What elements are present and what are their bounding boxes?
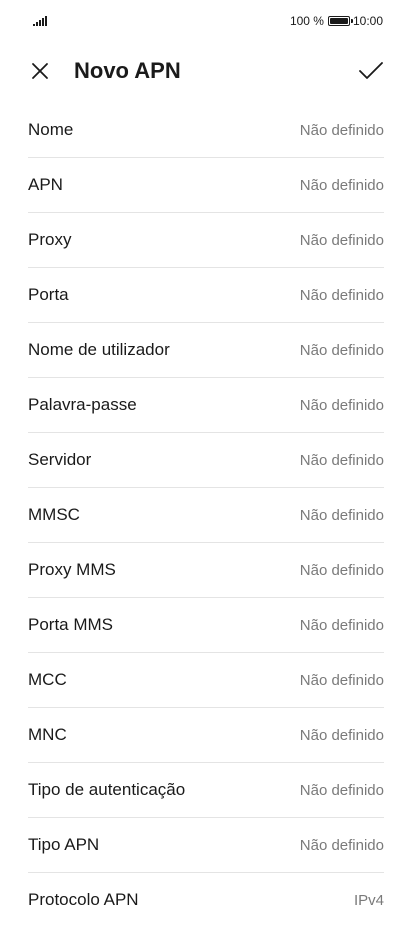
apn-settings-list: Nome Não definido APN Não definido Proxy Não … [28,103,384,927]
list-item[interactable]: Porta Não definido [28,268,384,323]
field-label: APN [28,175,63,194]
signal-icon [33,16,49,26]
battery-level-fill [329,18,348,24]
status-indicators: 100 % 10:00 [290,14,383,28]
list-item[interactable]: MMSC Não definido [28,488,384,543]
battery-percent: 100 % [289,14,324,28]
list-item[interactable]: Tipo de autenticação Não definido [28,763,384,818]
field-label: Porta MMS [28,615,114,634]
list-item[interactable]: Servidor Não definido [28,433,384,488]
list-item[interactable]: Tipo APN Não definido [28,818,384,873]
list-item[interactable]: Nome Não definido [28,103,384,158]
list-item[interactable]: Nome de utilizador Não definido [28,323,384,378]
close-button[interactable] [24,56,56,88]
field-value: Não definido [299,451,384,469]
field-value: Não definido [299,341,384,359]
field-label: Servidor [28,450,92,469]
list-item[interactable]: MCC Não definido [28,653,384,708]
field-value: Não definido [299,506,384,524]
list-item[interactable]: Porta MMS Não definido [28,598,384,653]
page-title: Novo APN [74,58,181,83]
field-value: Não definido [299,726,384,744]
field-value: Não definido [299,176,384,194]
field-value: Não definido [299,396,384,414]
list-item[interactable]: Proxy Não definido [28,213,384,268]
field-value: Não definido [299,121,384,139]
field-value: IPv4 [353,891,384,909]
field-label: Tipo de autenticação [28,780,186,799]
app-header: Novo APN [0,48,411,94]
list-item[interactable]: MNC Não definido [28,708,384,763]
field-value: Não definido [299,286,384,304]
field-label: Proxy [28,230,72,249]
status-bar: 100 % 10:00 [0,0,411,48]
list-item[interactable]: Palavra-passe Não definido [28,378,384,433]
confirm-button[interactable] [353,56,387,88]
close-icon [32,63,48,79]
field-value: Não definido [299,836,384,854]
clock: 10:00 [352,14,383,28]
field-value: Não definido [299,561,384,579]
field-label: Nome de utilizador [28,340,170,359]
field-label: MNC [28,725,67,744]
list-item[interactable]: Proxy MMS Não definido [28,543,384,598]
field-label: Palavra-passe [28,395,137,414]
field-label: Tipo APN [28,835,100,854]
list-item[interactable]: Protocolo APN IPv4 [28,873,384,927]
field-label: Nome [28,120,74,139]
field-label: Porta [28,285,69,304]
field-label: MCC [28,670,67,689]
field-value: Não definido [299,781,384,799]
field-value: Não definido [299,231,384,249]
battery-icon [327,16,353,26]
field-label: Protocolo APN [28,890,139,909]
field-label: Proxy MMS [28,560,116,579]
checkmark-icon [359,62,383,79]
field-value: Não definido [299,671,384,689]
list-item[interactable]: APN Não definido [28,158,384,213]
field-label: MMSC [28,505,80,524]
field-value: Não definido [299,616,384,634]
